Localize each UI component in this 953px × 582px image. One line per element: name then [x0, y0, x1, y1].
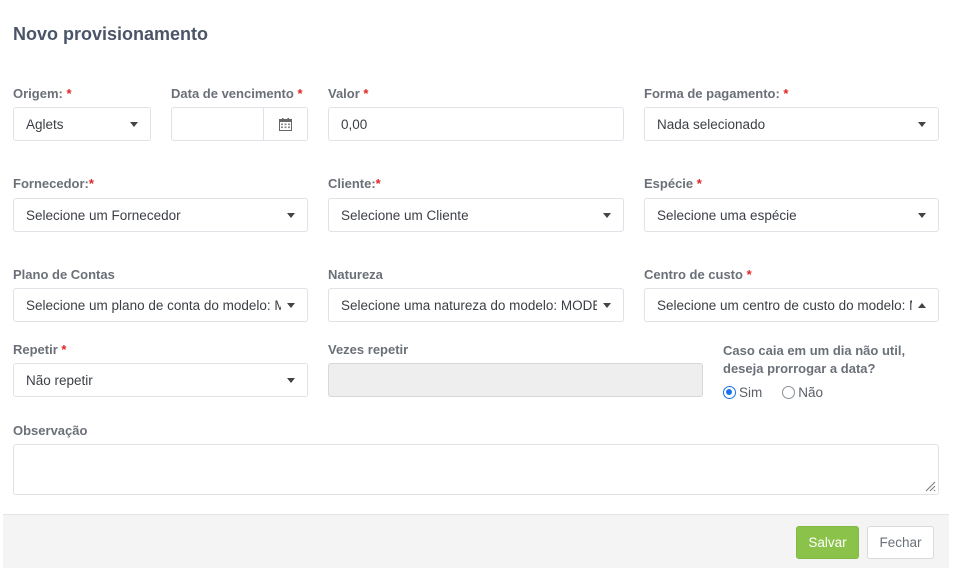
- centro-custo-select[interactable]: Selecione um centro de custo do modelo: …: [644, 288, 939, 322]
- data-vencimento-label: Data de vencimento *: [171, 86, 303, 101]
- vezes-repetir-label: Vezes repetir: [328, 342, 409, 357]
- fornecedor-value: Selecione um Fornecedor: [26, 207, 181, 223]
- origem-label-text: Origem:: [13, 86, 67, 101]
- calendar-icon: [279, 117, 292, 131]
- repetir-label-text: Repetir: [13, 342, 62, 357]
- calendar-button[interactable]: [263, 108, 307, 140]
- radio-selected-icon: [723, 386, 736, 399]
- radio-nao[interactable]: Não: [782, 385, 823, 400]
- required-marker: *: [783, 86, 789, 101]
- radio-sim-label: Sim: [739, 385, 763, 400]
- repetir-label: Repetir *: [13, 342, 66, 357]
- cliente-value: Selecione um Cliente: [341, 207, 469, 223]
- required-marker: *: [66, 86, 72, 101]
- cliente-label-text: Cliente:: [328, 176, 376, 191]
- origem-value: Aglets: [26, 116, 64, 132]
- forma-pagamento-select[interactable]: Nada selecionado: [644, 107, 939, 141]
- required-marker: *: [746, 267, 752, 282]
- radio-sim[interactable]: Sim: [723, 385, 762, 400]
- especie-label: Espécie *: [644, 176, 702, 191]
- required-marker: *: [297, 86, 303, 101]
- valor-label: Valor *: [328, 86, 368, 101]
- data-vencimento-field: [171, 107, 308, 141]
- radio-unselected-icon: [782, 386, 796, 399]
- required-marker: *: [363, 86, 369, 101]
- origem-label: Origem: *: [13, 86, 72, 101]
- cliente-label: Cliente:*: [328, 176, 381, 191]
- fornecedor-label: Fornecedor:*: [13, 176, 94, 191]
- plano-contas-select[interactable]: Selecione um plano de conta do modelo: M…: [13, 288, 308, 322]
- caret-down-icon: [918, 212, 926, 218]
- valor-value: 0,00: [341, 116, 368, 132]
- natureza-select[interactable]: Selecione uma natureza do modelo: MODELO: [328, 288, 624, 322]
- centro-custo-label: Centro de custo *: [644, 267, 752, 282]
- repetir-select[interactable]: Não repetir: [13, 363, 308, 397]
- plano-contas-value: Selecione um plano de conta do modelo: M…: [26, 297, 281, 313]
- page-title: Novo provisionamento: [13, 24, 209, 44]
- caret-down-icon: [918, 121, 926, 127]
- natureza-label: Natureza: [328, 267, 383, 282]
- observacao-label: Observação: [13, 423, 88, 438]
- centro-custo-label-text: Centro de custo: [644, 267, 747, 282]
- radio-nao-label: Não: [798, 385, 824, 400]
- forma-pagamento-value: Nada selecionado: [657, 116, 766, 132]
- required-marker: *: [61, 342, 67, 357]
- especie-select[interactable]: Selecione uma espécie: [644, 198, 939, 232]
- caret-down-icon: [603, 302, 611, 308]
- prorrogar-question-line1: Caso caia em um dia não util,: [723, 343, 906, 358]
- resize-grip-icon[interactable]: [924, 480, 936, 492]
- required-marker: *: [88, 176, 94, 191]
- caret-down-icon: [287, 377, 295, 383]
- plano-contas-label: Plano de Contas: [13, 267, 115, 282]
- forma-pagamento-label-text: Forma de pagamento:: [644, 86, 784, 101]
- prorrogar-question-line2: deseja prorrogar a data?: [723, 361, 876, 376]
- data-vencimento-input[interactable]: [172, 108, 263, 140]
- data-vencimento-label-text: Data de vencimento: [171, 86, 298, 101]
- observacao-textarea[interactable]: [13, 444, 939, 495]
- caret-down-icon: [603, 212, 611, 218]
- centro-custo-value: Selecione um centro de custo do modelo: …: [657, 297, 912, 313]
- modal-footer: Salvar Fechar: [3, 514, 949, 568]
- caret-down-icon: [287, 212, 295, 218]
- origem-select[interactable]: Aglets: [13, 107, 151, 141]
- required-marker: *: [375, 176, 381, 191]
- forma-pagamento-label: Forma de pagamento: *: [644, 86, 788, 101]
- prorrogar-options: Sim Não: [723, 385, 823, 400]
- especie-label-text: Espécie: [644, 176, 697, 191]
- especie-value: Selecione uma espécie: [657, 207, 797, 223]
- close-button[interactable]: Fechar: [867, 526, 934, 559]
- caret-down-icon: [287, 302, 295, 308]
- natureza-value: Selecione uma natureza do modelo: MODELO: [341, 297, 597, 313]
- vezes-repetir-input: [328, 363, 703, 397]
- required-marker: *: [696, 176, 702, 191]
- save-button[interactable]: Salvar: [796, 526, 859, 559]
- prorrogar-question: Caso caia em um dia não util, deseja pro…: [723, 342, 905, 378]
- fornecedor-select[interactable]: Selecione um Fornecedor: [13, 198, 308, 232]
- cliente-select[interactable]: Selecione um Cliente: [328, 198, 624, 232]
- valor-input[interactable]: 0,00: [328, 107, 624, 141]
- repetir-value: Não repetir: [26, 372, 93, 388]
- fornecedor-label-text: Fornecedor:: [13, 176, 89, 191]
- valor-label-text: Valor: [328, 86, 364, 101]
- caret-up-icon: [918, 302, 926, 308]
- caret-down-icon: [130, 121, 138, 127]
